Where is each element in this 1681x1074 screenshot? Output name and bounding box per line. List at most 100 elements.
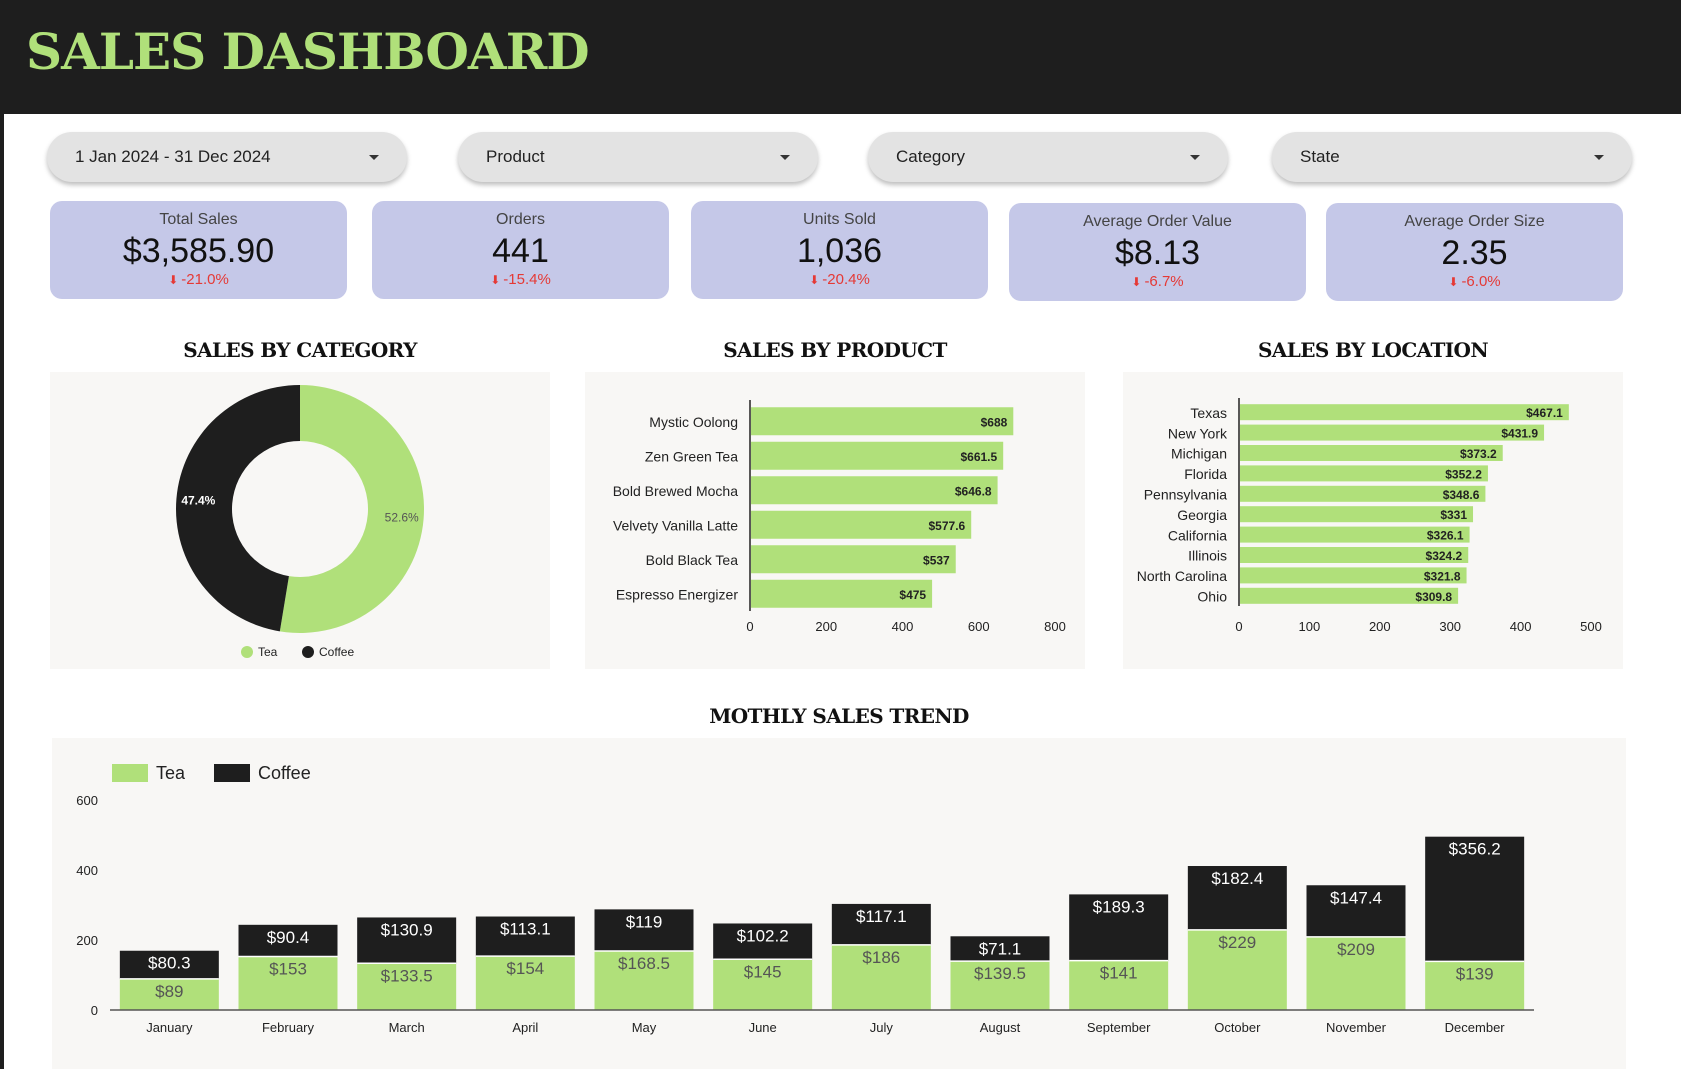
bar-value-label-tea: $229 xyxy=(1218,933,1256,952)
product-filter[interactable]: Product xyxy=(458,132,818,182)
kpi-label: Total Sales xyxy=(159,211,238,228)
bar-value-label-coffee: $90.4 xyxy=(267,928,310,947)
kpi-delta-value: -21.0% xyxy=(181,271,229,288)
bar xyxy=(1240,506,1474,523)
page-title: SALES DASHBOARD xyxy=(26,22,590,81)
dashboard-header: SALES DASHBOARD xyxy=(0,0,1681,114)
bar-value-label-tea: $209 xyxy=(1337,940,1375,959)
category-label: Mystic Oolong xyxy=(649,414,738,430)
category-filter-label: Category xyxy=(896,147,965,166)
x-tick-label: May xyxy=(632,1020,657,1035)
category-label: California xyxy=(1168,527,1227,543)
trend-chart-panel: Tea Coffee 0 200 400 600 $89 $80.3 January $153 $9… xyxy=(52,738,1626,1069)
x-tick-label: 400 xyxy=(892,619,914,634)
kpi-delta: ⬇ -20.4% xyxy=(691,271,988,288)
category-label: Illinois xyxy=(1188,548,1227,564)
kpi-units-sold: Units Sold 1,036 ⬇ -20.4% xyxy=(691,201,988,299)
bar-value-label: $348.6 xyxy=(1443,488,1480,502)
x-tick-label: April xyxy=(512,1020,538,1035)
bar-value-label-tea: $89 xyxy=(155,982,183,1001)
bar-value-label: $431.9 xyxy=(1501,427,1538,441)
chevron-down-icon xyxy=(369,154,379,160)
kpi-delta: ⬇ -6.7% xyxy=(1009,273,1306,290)
bar-value-label-coffee: $80.3 xyxy=(148,954,191,973)
legend-swatch-coffee xyxy=(214,764,250,782)
bar-value-label-coffee: $189.3 xyxy=(1093,897,1145,916)
bar xyxy=(1240,404,1569,421)
bar-value-label-tea: $153 xyxy=(269,959,307,978)
kpi-delta: ⬇ -21.0% xyxy=(50,271,347,288)
category-label: Espresso Energizer xyxy=(616,586,739,602)
legend-label-tea: Tea xyxy=(156,763,186,783)
kpi-value: 1,036 xyxy=(796,232,883,270)
sales-by-category-title: SALES BY CATEGORY xyxy=(183,338,417,362)
x-tick-label: September xyxy=(1087,1020,1151,1035)
date-range-label: 1 Jan 2024 - 31 Dec 2024 xyxy=(75,147,271,166)
x-tick-label: March xyxy=(389,1020,425,1035)
kpi-value: $8.13 xyxy=(1114,234,1201,272)
date-range-filter[interactable]: 1 Jan 2024 - 31 Dec 2024 xyxy=(47,132,407,182)
x-tick-label: 0 xyxy=(746,619,753,634)
state-filter[interactable]: State xyxy=(1272,132,1632,182)
bar-value-label: $309.8 xyxy=(1415,590,1452,604)
x-tick-label: 200 xyxy=(1369,619,1391,634)
kpi-delta: ⬇ -6.0% xyxy=(1326,273,1623,290)
kpi-average-order-value: Average Order Value $8.13 ⬇ -6.7% xyxy=(1009,203,1306,301)
kpi-label: Orders xyxy=(496,211,545,228)
category-label: New York xyxy=(1168,425,1228,441)
x-tick-label: 500 xyxy=(1580,619,1602,634)
category-label: Velvety Vanilla Latte xyxy=(613,517,738,533)
kpi-delta: ⬇ -15.4% xyxy=(372,271,669,288)
bar-value-label-coffee: $356.2 xyxy=(1449,840,1501,859)
category-label: Texas xyxy=(1190,405,1227,421)
state-filter-label: State xyxy=(1300,147,1340,166)
y-tick-label: 200 xyxy=(76,933,98,948)
chevron-down-icon xyxy=(780,154,790,160)
legend-label-coffee: Coffee xyxy=(258,763,311,783)
x-tick-label: 100 xyxy=(1299,619,1321,634)
bar-value-label-tea: $168.5 xyxy=(618,954,670,973)
bar-value-label: $326.1 xyxy=(1427,529,1464,543)
bar-value-label-coffee: $130.9 xyxy=(381,920,433,939)
bar-value-label: $688 xyxy=(981,415,1008,429)
kpi-label: Units Sold xyxy=(803,211,876,228)
bar-value-label-tea: $139.5 xyxy=(974,964,1026,983)
bar-value-label-tea: $186 xyxy=(862,948,900,967)
kpi-delta-value: -6.7% xyxy=(1144,273,1184,290)
bar xyxy=(751,407,1014,436)
location-chart-panel: Texas $467.1 New York $431.9 Michigan $373.2 F… xyxy=(1123,372,1623,669)
x-tick-label: June xyxy=(749,1020,777,1035)
x-tick-label: January xyxy=(146,1020,193,1035)
bar-value-label-coffee: $119 xyxy=(626,912,663,931)
y-tick-label: 0 xyxy=(91,1003,98,1018)
x-tick-label: July xyxy=(870,1020,894,1035)
arrow-down-icon: ⬇ xyxy=(1131,275,1142,289)
category-filter[interactable]: Category xyxy=(868,132,1228,182)
bar-value-label: $577.6 xyxy=(929,519,966,533)
monthly-trend-chart: Tea Coffee 0 200 400 600 $89 $80.3 January $153 $9… xyxy=(76,763,1534,1035)
bar-value-label-tea: $141 xyxy=(1100,964,1138,983)
category-label: Michigan xyxy=(1171,446,1227,462)
kpi-value: 2.35 xyxy=(1441,234,1508,272)
legend-label-tea: Tea xyxy=(258,645,278,659)
category-label: Bold Brewed Mocha xyxy=(613,483,739,499)
product-bar-chart: Mystic Oolong $688 Zen Green Tea $661.5 Bold… xyxy=(613,400,1066,634)
bar-value-label-coffee: $113.1 xyxy=(500,920,551,939)
bar-value-label-coffee: $102.2 xyxy=(737,926,789,945)
kpi-delta-value: -20.4% xyxy=(822,271,870,288)
category-label: Georgia xyxy=(1177,507,1227,523)
bar-value-label: $537 xyxy=(923,553,950,567)
kpi-label: Average Order Value xyxy=(1083,213,1232,230)
monthly-sales-trend-title: MOTHLY SALES TREND xyxy=(709,704,969,728)
x-tick-label: February xyxy=(262,1020,315,1035)
category-chart-panel: 52.6% 47.4% Tea Coffee xyxy=(50,372,550,669)
bar-value-label: $321.8 xyxy=(1424,569,1461,583)
bar-value-label-tea: $139 xyxy=(1456,964,1494,983)
pie-slice-tea xyxy=(279,385,425,633)
bar-value-label-coffee: $117.1 xyxy=(856,907,907,926)
category-label: Bold Black Tea xyxy=(646,552,739,568)
bar xyxy=(1240,424,1545,441)
x-tick-label: 600 xyxy=(968,619,990,634)
legend-label-coffee: Coffee xyxy=(319,645,354,659)
location-bar-chart: Texas $467.1 New York $431.9 Michigan $373.2 F… xyxy=(1137,398,1602,634)
